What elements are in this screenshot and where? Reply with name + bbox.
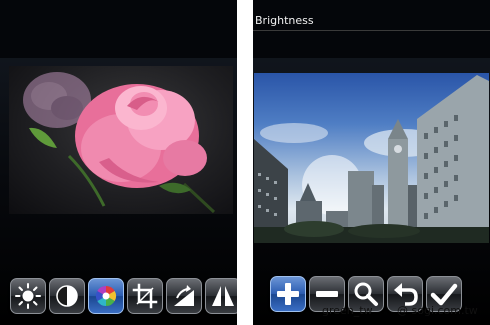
rotate-icon <box>174 285 194 306</box>
color-wheel-icon <box>95 285 117 307</box>
title-divider <box>253 30 490 31</box>
credit-username: green_tw <box>322 304 373 317</box>
flip-icon <box>212 286 234 306</box>
city-photo <box>254 73 489 243</box>
rose-image <box>23 72 216 214</box>
crop-tool-button[interactable] <box>127 278 163 314</box>
right-phone-screen: Brightness <box>253 0 490 325</box>
contrast-icon <box>56 285 78 307</box>
screen-title: Brightness <box>255 14 314 27</box>
right-top-bar: Brightness <box>253 0 490 58</box>
crop-icon <box>132 283 158 309</box>
contrast-tool-button[interactable] <box>49 278 85 314</box>
credit-website: @ sogi.com.tw <box>397 304 478 317</box>
rotate-tool-button[interactable] <box>166 278 202 314</box>
increase-button[interactable] <box>270 276 306 312</box>
flip-tool-button[interactable] <box>205 278 237 314</box>
left-phone-screen <box>0 0 237 325</box>
sun-icon <box>15 283 41 309</box>
brightness-tool-button[interactable] <box>10 278 46 314</box>
plus-icon <box>277 283 299 305</box>
rose-photo <box>9 66 233 214</box>
edit-toolbar <box>0 278 237 318</box>
city-image <box>254 75 489 243</box>
color-tool-button[interactable] <box>88 278 124 314</box>
left-top-bar <box>0 0 237 58</box>
